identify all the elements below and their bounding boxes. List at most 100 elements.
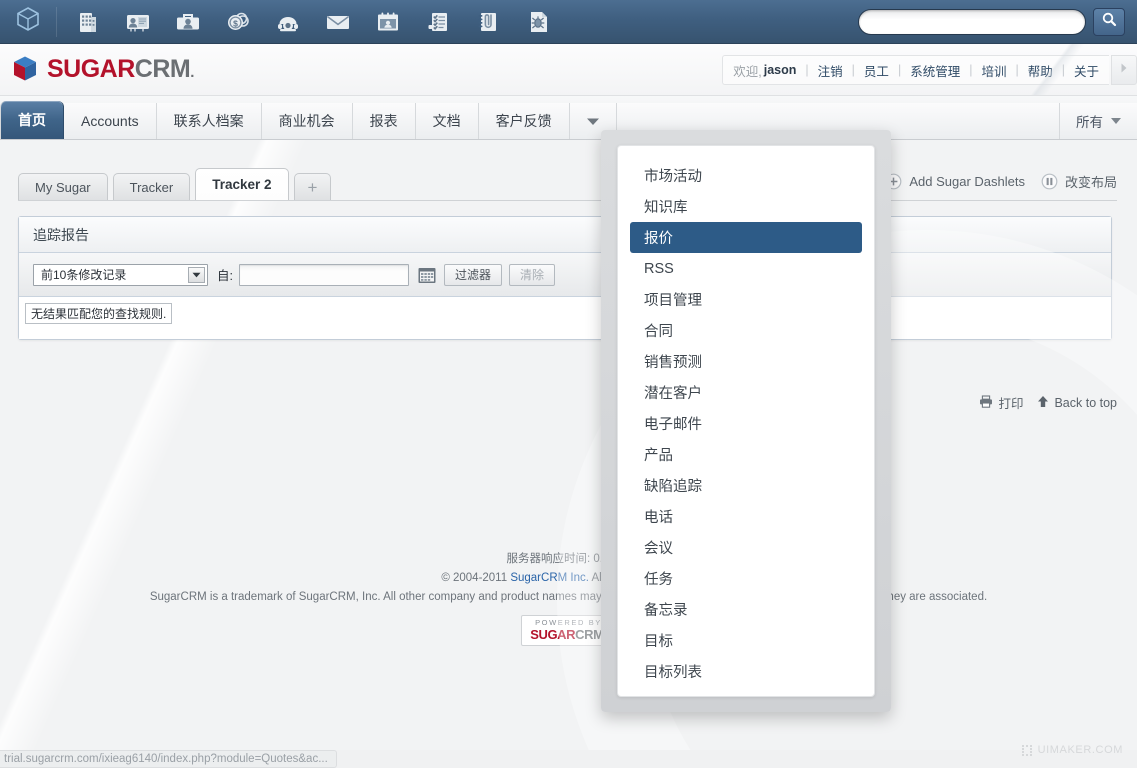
module-dropdown-menu: 市场活动 知识库 报价 RSS 项目管理 合同 销售预测 潜在客户 电子邮件 产… (617, 145, 875, 697)
top-icon-bar: $ (0, 0, 1137, 44)
add-sugar-dashlets-label: Add Sugar Dashlets (909, 174, 1025, 189)
menu-item-campaigns[interactable]: 市场活动 (630, 160, 862, 191)
menu-item-rss[interactable]: RSS (630, 253, 862, 284)
browser-status-bar: trial.sugarcrm.com/ixieag6140/index.php?… (0, 744, 1137, 768)
dashboard-divider (18, 200, 1117, 201)
menu-item-emails[interactable]: 电子邮件 (630, 408, 862, 439)
menu-item-leads[interactable]: 潜在客户 (630, 377, 862, 408)
help-link[interactable]: 帮助 (1028, 61, 1053, 80)
accounts-icon[interactable] (63, 4, 113, 40)
add-dashboard-tab-button[interactable]: + (293, 173, 332, 200)
search-input[interactable] (858, 8, 1086, 35)
dashboard-tab-my-sugar[interactable]: My Sugar (18, 173, 108, 200)
chevron-down-icon[interactable] (188, 266, 205, 283)
link-divider: | (1015, 63, 1019, 77)
powered-crm-text: CRM (575, 626, 604, 642)
dashlet-title: 追踪报告 (33, 226, 89, 243)
date-from-input[interactable] (238, 263, 409, 286)
user-links-more-button[interactable] (1111, 55, 1137, 85)
user-name: jason (763, 63, 797, 77)
employees-link[interactable]: 员工 (864, 61, 889, 80)
nav-all-filter[interactable]: 所有 (1060, 103, 1137, 139)
change-layout-button[interactable]: 改变布局 (1041, 172, 1117, 191)
sugarcrm-inc-link[interactable]: SugarCRM Inc. (510, 572, 589, 584)
back-to-top-button[interactable]: Back to top (1037, 395, 1117, 411)
menu-item-bugs[interactable]: 缺陷追踪 (630, 470, 862, 501)
welcome-label: 欢迎, (733, 64, 762, 79)
powered-sugar-text: SUGAR (530, 626, 576, 642)
admin-link[interactable]: 系统管理 (910, 61, 960, 80)
training-link[interactable]: 培训 (981, 61, 1006, 80)
nav-tab-opportunities[interactable]: 商业机会 (261, 103, 353, 139)
nav-tab-contacts[interactable]: 联系人档案 (156, 103, 262, 139)
nav-tab-accounts[interactable]: Accounts (64, 103, 157, 139)
menu-item-forecasts[interactable]: 销售预测 (630, 346, 862, 377)
chevron-down-icon (586, 113, 600, 129)
menu-item-tasks[interactable]: 任务 (630, 563, 862, 594)
clear-button[interactable]: 清除 (509, 263, 556, 286)
dashboard-actions: Add Sugar Dashlets 改变布局 (869, 172, 1117, 191)
record-count-select[interactable]: 前10条修改记录 (33, 263, 208, 286)
about-link[interactable]: 关于 (1074, 61, 1099, 80)
page-body: My Sugar Tracker Tracker 2 + Add Sugar D… (0, 140, 1137, 750)
menu-item-targets[interactable]: 目标 (630, 625, 862, 656)
nav-all-label: 所有 (1076, 115, 1103, 130)
logo-crm-text: CRM (134, 55, 191, 83)
link-divider: | (805, 63, 809, 77)
link-divider: | (851, 63, 855, 77)
filter-button[interactable]: 过滤器 (443, 263, 502, 286)
logo-sugar-text: SUGAR (47, 55, 135, 83)
nav-tab-documents[interactable]: 文档 (415, 103, 479, 139)
contacts-icon[interactable] (113, 4, 163, 40)
global-search (858, 7, 1137, 36)
menu-item-notes[interactable]: 备忘录 (630, 594, 862, 625)
money-icon[interactable]: $ (213, 4, 263, 40)
logo-text: SUGARCRM. (47, 54, 194, 88)
menu-item-calls[interactable]: 电话 (630, 501, 862, 532)
sugarcrm-logo[interactable]: SUGARCRM. (12, 54, 194, 88)
dashboard-tab-tracker[interactable]: Tracker (112, 173, 191, 200)
tracker-dashlet-panel: 追踪报告 前10条修改记录 自: 过滤器 清除 无结果匹配您的查找规则. (18, 216, 1112, 340)
watermark-label: UIMAKER.COM (1037, 744, 1123, 756)
printer-icon (979, 394, 998, 411)
nav-tab-cases[interactable]: 客户反馈 (478, 103, 570, 139)
menu-item-quotes[interactable]: 报价 (630, 222, 862, 253)
module-icon-list: $ (63, 4, 563, 40)
home-cube-button[interactable] (0, 6, 56, 37)
print-button[interactable]: 打印 (979, 393, 1023, 412)
add-sugar-dashlets-button[interactable]: Add Sugar Dashlets (885, 173, 1025, 190)
user-links: 欢迎, jason | 注销 | 员工 | 系统管理 | 培训 | 帮助 | 关… (722, 55, 1109, 85)
bugs-icon[interactable] (513, 4, 563, 40)
logout-link[interactable]: 注销 (818, 61, 843, 80)
email-icon[interactable] (313, 4, 363, 40)
menu-item-projects[interactable]: 项目管理 (630, 284, 862, 315)
menu-item-contracts[interactable]: 合同 (630, 315, 862, 346)
nav-tab-home[interactable]: 首页 (0, 101, 64, 139)
menu-item-meetings[interactable]: 会议 (630, 532, 862, 563)
nav-tab-reports[interactable]: 报表 (352, 103, 416, 139)
uimaker-icon (1021, 744, 1033, 756)
menu-item-target-lists[interactable]: 目标列表 (630, 656, 862, 687)
calendar-icon[interactable] (363, 4, 413, 40)
powered-by-logo: SUGARCRM. (530, 628, 607, 641)
notes-icon[interactable] (463, 4, 513, 40)
calendar-icon[interactable] (417, 265, 437, 285)
search-button[interactable] (1093, 7, 1125, 36)
menu-item-products[interactable]: 产品 (630, 439, 862, 470)
dashboard-tab-tracker-2[interactable]: Tracker 2 (195, 168, 289, 200)
copyright-prefix: © 2004-2011 (441, 572, 511, 584)
link-divider: | (1061, 63, 1065, 77)
opportunities-icon[interactable] (163, 4, 213, 40)
phone-icon[interactable] (263, 4, 313, 40)
menu-item-knowledge-base[interactable]: 知识库 (630, 191, 862, 222)
trademark-line: SugarCRM is a trademark of SugarCRM, Inc… (149, 591, 988, 603)
cube-icon (15, 6, 41, 37)
sugarcrm-app: $ SUGARCRM. 欢迎, jason | 注销 | 员工 | 系统管理 |… (0, 0, 1137, 768)
dashlet-toolbar: 前10条修改记录 自: 过滤器 清除 (19, 253, 1111, 297)
dashlet-results: 无结果匹配您的查找规则. (19, 297, 1111, 339)
tasks-icon[interactable] (413, 4, 463, 40)
copyright-line: © 2004-2011 SugarCRM Inc. All Rights Res… (0, 569, 1137, 588)
module-nav-bar: 首页 Accounts 联系人档案 商业机会 报表 文档 客户反馈 所有 (0, 96, 1137, 140)
chevron-right-icon (1119, 61, 1129, 79)
link-divider: | (897, 63, 902, 77)
